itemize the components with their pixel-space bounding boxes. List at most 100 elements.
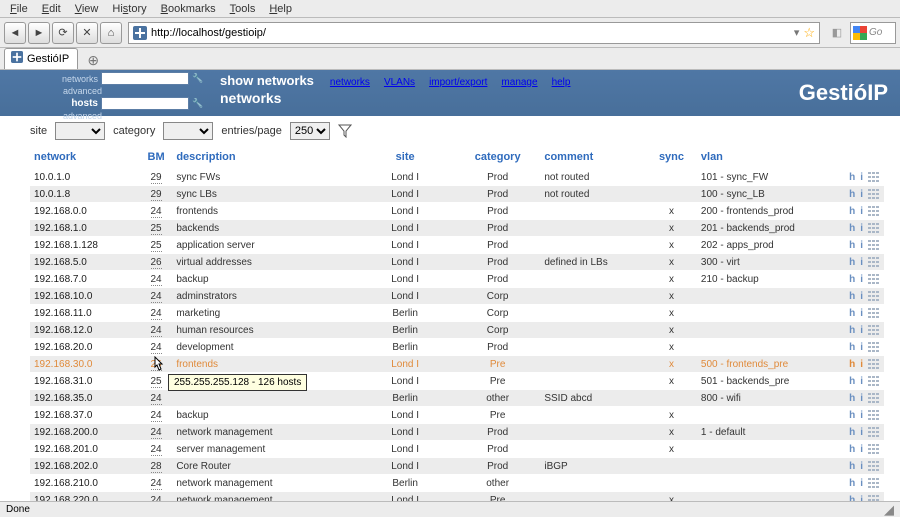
cell-network[interactable]: 192.168.7.0 (30, 271, 140, 288)
action-i[interactable]: i (860, 206, 863, 217)
cell-description[interactable]: application server (172, 237, 355, 254)
action-h[interactable]: h (849, 223, 855, 234)
cell-description[interactable]: frontends (172, 203, 355, 220)
cell-network[interactable]: 192.168.201.0 (30, 441, 140, 458)
col-network[interactable]: network (30, 148, 140, 169)
action-i[interactable]: i (860, 342, 863, 353)
action-i[interactable]: i (860, 393, 863, 404)
menu-help[interactable]: Help (263, 2, 298, 16)
cell-network[interactable]: 192.168.1.128 (30, 237, 140, 254)
cell-bm[interactable]: 25 (140, 356, 173, 373)
grid-icon[interactable] (868, 359, 880, 369)
action-i[interactable]: i (860, 444, 863, 455)
cell-description[interactable]: development (172, 339, 355, 356)
cell-network[interactable]: 192.168.35.0 (30, 390, 140, 407)
menu-history[interactable]: History (106, 2, 152, 16)
grid-icon[interactable] (868, 257, 880, 267)
url-input[interactable] (151, 24, 790, 42)
grid-icon[interactable] (868, 189, 880, 199)
cell-bm[interactable]: 24 (140, 203, 173, 220)
col-site[interactable]: site (355, 148, 455, 169)
cell-bm[interactable]: 24 (140, 288, 173, 305)
wrench-icon-2[interactable]: 🔧 (192, 98, 204, 110)
table-row[interactable]: 192.168.12.024human resourcesBerlinCorpx… (30, 322, 884, 339)
action-h[interactable]: h (849, 359, 855, 370)
menu-bookmarks[interactable]: Bookmarks (155, 2, 222, 16)
nav-import[interactable]: import/export (429, 77, 487, 88)
cell-bm[interactable]: 25 (140, 237, 173, 254)
table-row[interactable]: 192.168.35.024BerlinotherSSID abcd800 - … (30, 390, 884, 407)
cell-bm[interactable]: 26 (140, 254, 173, 271)
cell-network[interactable]: 192.168.20.0 (30, 339, 140, 356)
table-row[interactable]: 192.168.210.024network managementBerlino… (30, 475, 884, 492)
table-row[interactable]: 10.0.1.829sync LBsLond IProdnot routed10… (30, 186, 884, 203)
grid-icon[interactable] (868, 240, 880, 250)
nav-manage[interactable]: manage (501, 77, 537, 88)
cell-network[interactable]: 192.168.37.0 (30, 407, 140, 424)
action-h[interactable]: h (849, 308, 855, 319)
table-row[interactable]: 192.168.31.025backendsLond IPrex501 - ba… (30, 373, 884, 390)
action-i[interactable]: i (860, 410, 863, 421)
cell-description[interactable]: sync LBs (172, 186, 355, 203)
grid-icon[interactable] (868, 461, 880, 471)
action-i[interactable]: i (860, 478, 863, 489)
nav-help[interactable]: help (552, 77, 571, 88)
cell-bm[interactable]: 24 (140, 271, 173, 288)
sidebar-networks-label[interactable]: networks (62, 74, 98, 84)
cell-bm[interactable]: 24 (140, 322, 173, 339)
cell-description[interactable]: server management (172, 441, 355, 458)
dropdown-icon[interactable]: ▾ (794, 26, 800, 39)
col-bm[interactable]: BM (140, 148, 173, 169)
grid-icon[interactable] (868, 410, 880, 420)
table-row[interactable]: 192.168.200.024network managementLond IP… (30, 424, 884, 441)
cell-description[interactable]: Core Router (172, 458, 355, 475)
cell-description[interactable]: sync FWs (172, 169, 355, 186)
grid-icon[interactable] (868, 308, 880, 318)
action-i[interactable]: i (860, 240, 863, 251)
table-row[interactable]: 192.168.7.024backupLond IProdx210 - back… (30, 271, 884, 288)
action-h[interactable]: h (849, 291, 855, 302)
new-tab-button[interactable]: ⊕ (82, 52, 104, 69)
action-h[interactable]: h (849, 376, 855, 387)
cell-description[interactable] (172, 390, 355, 407)
action-h[interactable]: h (849, 478, 855, 489)
reload-button[interactable]: ⟳ (52, 22, 74, 44)
cell-description[interactable]: backup (172, 271, 355, 288)
home-button[interactable]: ⌂ (100, 22, 122, 44)
action-i[interactable]: i (860, 274, 863, 285)
cell-bm[interactable]: 24 (140, 441, 173, 458)
table-row[interactable]: 192.168.0.024frontendsLond IProdx200 - f… (30, 203, 884, 220)
grid-icon[interactable] (868, 274, 880, 284)
action-h[interactable]: h (849, 427, 855, 438)
cell-bm[interactable]: 24 (140, 339, 173, 356)
grid-icon[interactable] (868, 223, 880, 233)
cell-network[interactable]: 192.168.202.0 (30, 458, 140, 475)
cell-bm[interactable]: 25 (140, 373, 173, 390)
cell-description[interactable]: backends (172, 220, 355, 237)
grid-icon[interactable] (868, 427, 880, 437)
table-row[interactable]: 192.168.37.024backupLond IPrexhi (30, 407, 884, 424)
sidebar-networks-input[interactable] (101, 72, 189, 85)
grid-icon[interactable] (868, 325, 880, 335)
cell-description[interactable]: backends (172, 373, 355, 390)
cell-network[interactable]: 192.168.200.0 (30, 424, 140, 441)
category-filter-select[interactable] (163, 122, 213, 140)
cell-description[interactable]: frontends (172, 356, 355, 373)
nav-networks[interactable]: networks (330, 77, 370, 88)
table-row[interactable]: 192.168.1.025backendsLond IProdx201 - ba… (30, 220, 884, 237)
cell-network[interactable]: 192.168.210.0 (30, 475, 140, 492)
action-h[interactable]: h (849, 274, 855, 285)
grid-icon[interactable] (868, 393, 880, 403)
table-row[interactable]: 192.168.20.024developmentBerlinProdxhi (30, 339, 884, 356)
cell-bm[interactable]: 24 (140, 390, 173, 407)
wrench-icon[interactable]: 🔧 (192, 73, 204, 85)
action-i[interactable]: i (860, 257, 863, 268)
table-row[interactable]: 192.168.10.024adminstratorsLond ICorpxhi (30, 288, 884, 305)
col-sync[interactable]: sync (646, 148, 697, 169)
action-i[interactable]: i (860, 291, 863, 302)
tab-active[interactable]: GestióIP (4, 48, 78, 69)
table-row[interactable]: 192.168.11.024marketingBerlinCorpxhi (30, 305, 884, 322)
action-h[interactable]: h (849, 461, 855, 472)
grid-icon[interactable] (868, 172, 880, 182)
action-i[interactable]: i (860, 223, 863, 234)
